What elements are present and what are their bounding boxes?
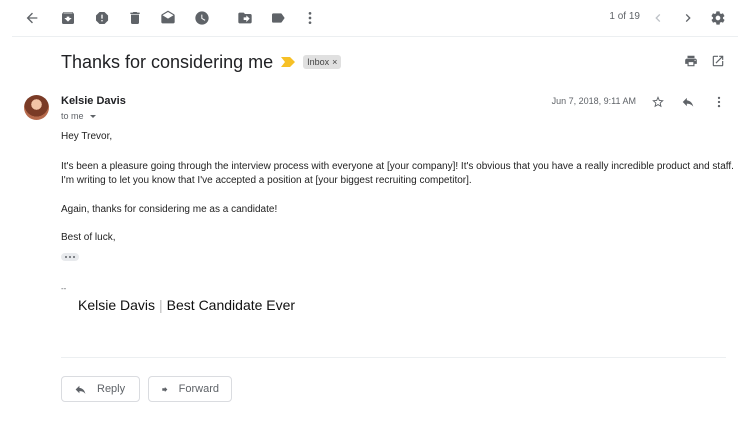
move-to-folder-icon[interactable]	[235, 8, 255, 28]
star-icon[interactable]	[650, 94, 666, 110]
clock-icon[interactable]	[192, 8, 212, 28]
toolbar: 1 of 19	[0, 0, 750, 36]
body-greeting: Hey Trevor,	[61, 131, 113, 142]
signature-separator: |	[159, 297, 163, 313]
recipient-details-toggle[interactable]: to me	[61, 111, 96, 121]
reply-icon[interactable]	[680, 94, 696, 110]
signature-name: Kelsie Davis	[78, 297, 156, 313]
chevron-left-icon[interactable]	[648, 8, 668, 28]
toolbar-divider	[12, 36, 738, 37]
forward-button-label: Forward	[178, 383, 219, 395]
subject-row: Thanks for considering me Inbox ×	[61, 49, 342, 75]
mark-unread-icon[interactable]	[158, 8, 178, 28]
signature-title: Best Candidate Ever	[166, 297, 296, 313]
reply-button[interactable]: Reply	[61, 376, 140, 402]
trash-icon[interactable]	[125, 8, 145, 28]
recipient-text: to me	[61, 111, 84, 121]
footer-divider	[61, 357, 726, 358]
body-closing: Best of luck,	[61, 232, 116, 243]
message-count: 1 of 19	[609, 11, 640, 22]
open-in-new-window-icon[interactable]	[710, 53, 726, 69]
report-spam-icon[interactable]	[92, 8, 112, 28]
reply-icon	[75, 385, 86, 394]
show-trimmed-content-button[interactable]	[61, 253, 79, 261]
forward-button[interactable]: Forward	[148, 376, 232, 402]
body-line: I'm writing to let you know that I've ac…	[61, 175, 472, 186]
print-icon[interactable]	[683, 53, 699, 69]
sender-avatar[interactable]	[24, 95, 49, 120]
label-chip-text: Inbox	[307, 57, 330, 67]
body-line: Again, thanks for considering me as a ca…	[61, 204, 278, 215]
more-vertical-icon[interactable]	[300, 8, 320, 28]
label-icon[interactable]	[268, 8, 288, 28]
chevron-right-icon[interactable]	[678, 8, 698, 28]
body-line: It's been a pleasure going through the i…	[61, 161, 734, 172]
email-subject: Thanks for considering me	[61, 51, 274, 72]
gear-icon[interactable]	[708, 8, 728, 28]
importance-marker-icon[interactable]	[281, 57, 296, 67]
sender-name[interactable]: Kelsie Davis	[61, 95, 126, 107]
signature: Kelsie Davis | Best Candidate Ever	[78, 297, 295, 313]
arrow-left-icon[interactable]	[22, 8, 42, 28]
forward-icon	[162, 386, 168, 392]
signature-dash: --	[61, 284, 67, 293]
reply-button-label: Reply	[97, 383, 126, 395]
remove-label-icon[interactable]: ×	[332, 57, 337, 67]
message-date: Jun 7, 2018, 9:11 AM	[551, 96, 636, 106]
caret-down-icon	[89, 114, 96, 118]
more-vertical-icon[interactable]	[711, 94, 727, 110]
label-chip-inbox: Inbox ×	[303, 55, 342, 69]
archive-icon[interactable]	[58, 8, 78, 28]
